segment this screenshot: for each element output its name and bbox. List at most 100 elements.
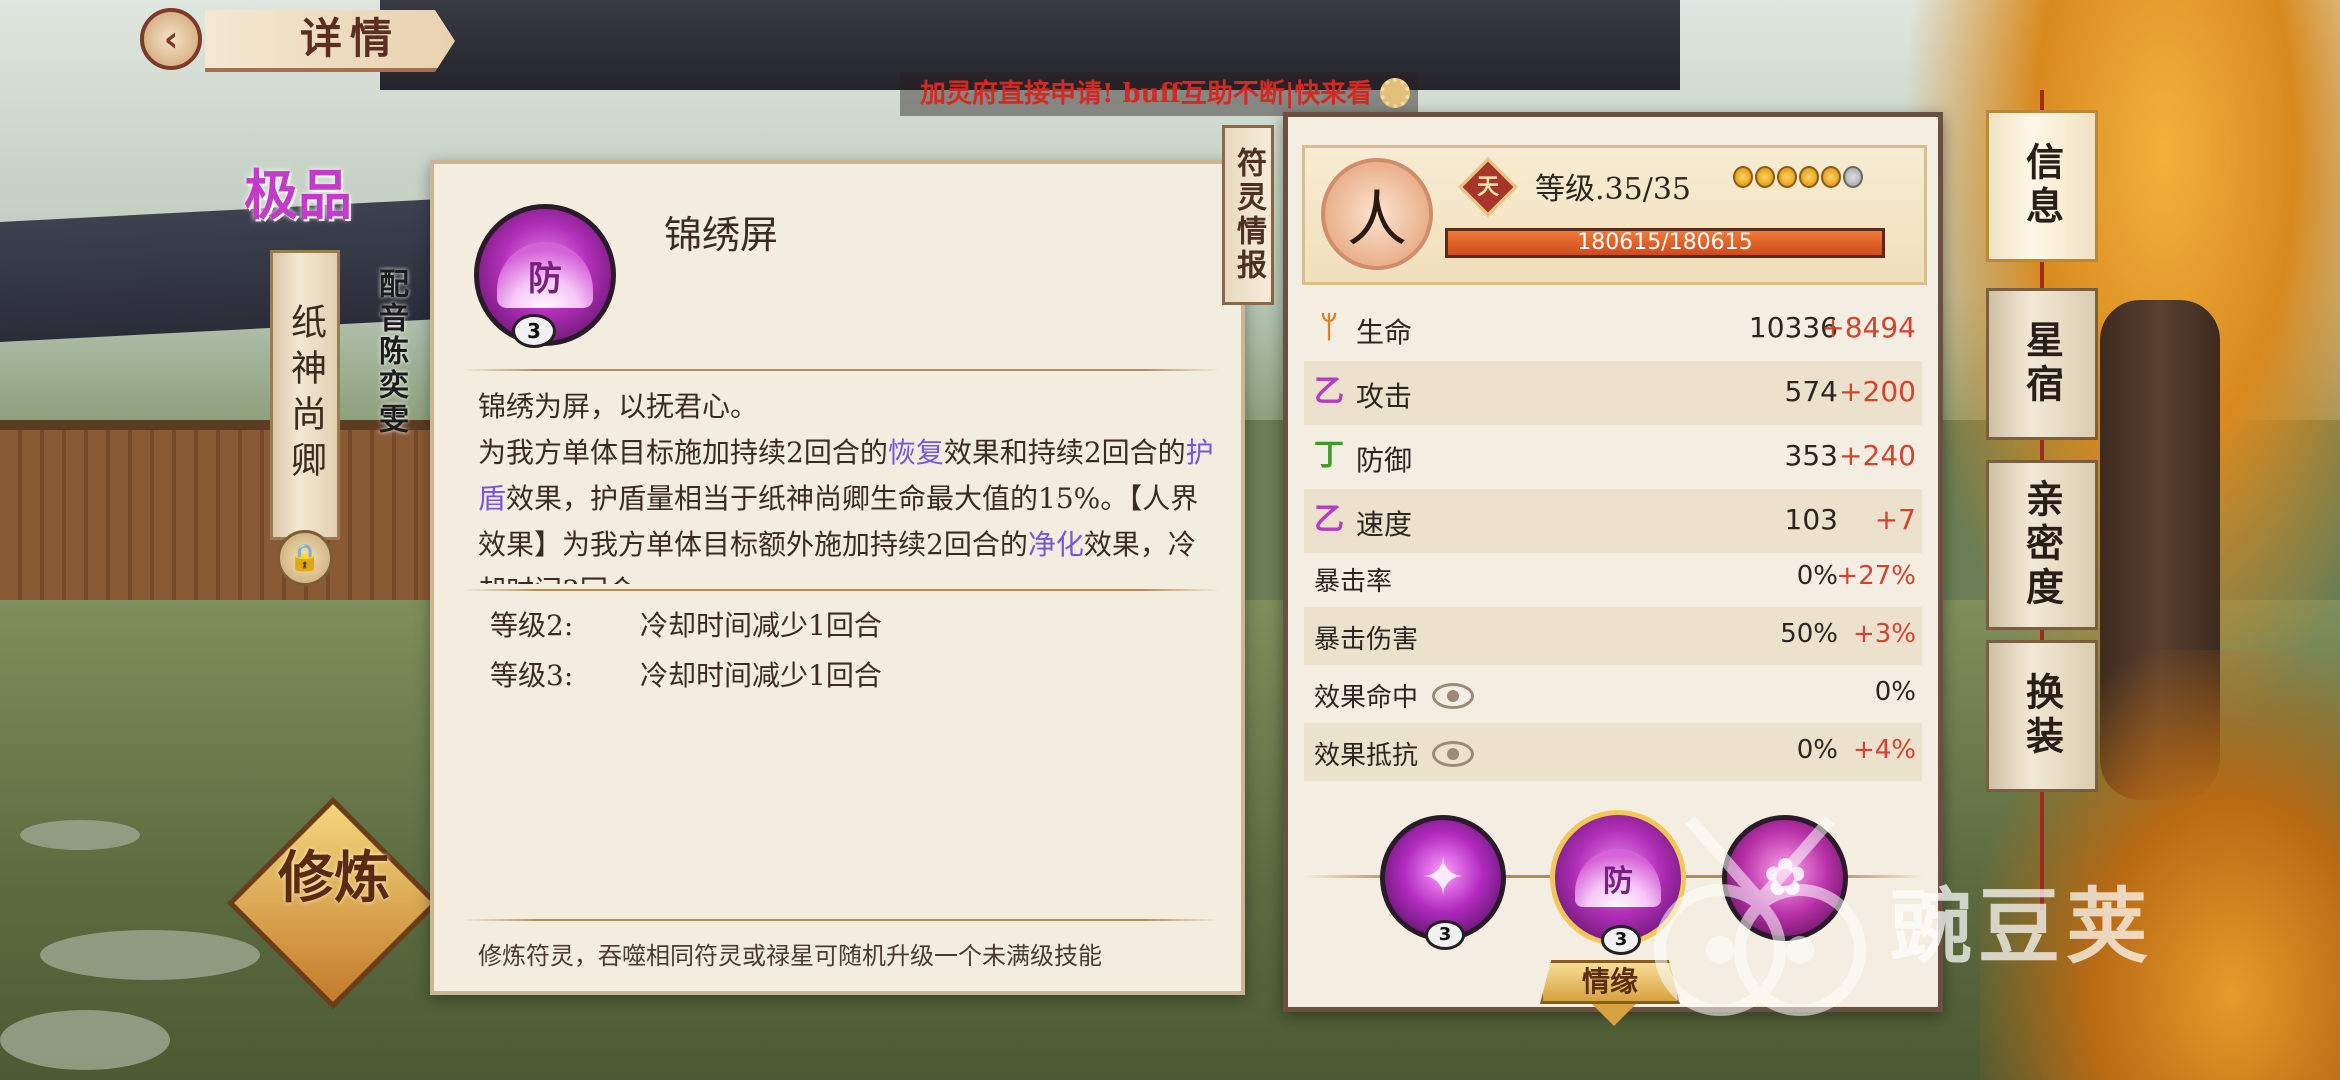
butterfly-skill-icon[interactable]: ✦ 3 xyxy=(1380,815,1506,950)
gear-icon[interactable] xyxy=(1380,78,1411,108)
tab-spirit-intel-label: 符灵情报 xyxy=(1231,147,1266,283)
stat-bonus-value: +27% xyxy=(1836,561,1916,591)
announcement-marquee[interactable]: 加灵府直接申请! buff互助不断|快来看 xyxy=(900,72,1419,116)
rarity-grade: 极品 xyxy=(244,163,352,227)
tab-outfit[interactable]: 换装 xyxy=(1986,640,2098,792)
tab-outfit-label: 换装 xyxy=(2019,672,2065,760)
chevron-down-icon xyxy=(1592,1004,1636,1026)
purify-keyword[interactable]: 净化 xyxy=(1028,528,1084,561)
stat-base-value: 50% xyxy=(1780,619,1838,649)
upgrade-level: 等级2: xyxy=(490,609,574,642)
stats-header: 人 天 等级.35/35 180615/180615 xyxy=(1302,145,1927,285)
skill-description[interactable]: 锦绣为屏，以抚君心。 为我方单体目标施加持续2回合的恢复效果和持续2回合的护盾效… xyxy=(478,384,1218,584)
desc-text: 为我方单体目标施加持续2回合的 xyxy=(478,436,888,469)
stat-bonus-value: +240 xyxy=(1839,439,1916,472)
tier-badge-label: 天 xyxy=(1476,174,1499,200)
stat-label: 效果命中 xyxy=(1314,683,1419,713)
desc-line: 锦绣为屏，以抚君心。 xyxy=(478,390,759,423)
tab-spirit-intel[interactable]: 符灵情报 xyxy=(1222,125,1274,305)
hp-bar: 180615/180615 xyxy=(1445,228,1885,258)
back-button[interactable]: ‹ xyxy=(140,8,202,70)
hp-value: 180615/180615 xyxy=(1577,230,1753,255)
stat-bonus-value: +200 xyxy=(1839,375,1916,408)
defense-icon: 丁 xyxy=(1314,438,1344,473)
star-icon xyxy=(1821,166,1841,188)
training-hint: 修炼符灵，吞噬相同符灵或禄星可随机升级一个未满级技能 xyxy=(478,942,1102,970)
tab-intimacy-label: 亲密度 xyxy=(2019,479,2065,611)
skill-level-badge: 3 xyxy=(512,314,556,348)
tab-info-label: 信息 xyxy=(2019,142,2065,230)
tab-info[interactable]: 信息 xyxy=(1986,110,2098,262)
lock-icon[interactable]: 🔒 xyxy=(277,530,333,586)
divider xyxy=(462,369,1220,371)
stepping-stone xyxy=(0,1010,170,1070)
stat-label: 效果抵抗 xyxy=(1314,741,1419,771)
skill-detail-panel: 防 3 锦绣屏 锦绣为屏，以抚君心。 为我方单体目标施加持续2回合的恢复效果和持… xyxy=(430,160,1245,995)
speed-icon: 乙 xyxy=(1314,502,1344,537)
fan-glyph: 防 xyxy=(497,242,593,308)
upgrade-effect: 冷却时间减少1回合 xyxy=(640,609,882,642)
stat-base-value: 0% xyxy=(1796,561,1838,591)
stat-label: 攻击 xyxy=(1356,380,1413,413)
eye-icon[interactable] xyxy=(1432,741,1474,767)
skill-level-badge: 3 xyxy=(1425,920,1465,950)
attack-icon: 乙 xyxy=(1314,374,1344,409)
train-button[interactable]: 修炼 xyxy=(256,850,412,906)
watermark-logo-icon xyxy=(1654,816,1866,1016)
stat-label: 速度 xyxy=(1356,508,1413,541)
stepping-stone xyxy=(40,930,260,980)
stat-row: 暴击率 0% +27% xyxy=(1304,549,1922,607)
star-icon xyxy=(1777,166,1797,188)
stat-base-value: 353 xyxy=(1784,439,1838,472)
character-name-scroll: 纸神尚卿 xyxy=(270,250,340,540)
wooden-wall xyxy=(0,420,470,600)
stat-bonus-value: +3% xyxy=(1852,619,1916,649)
stat-label: 暴击伤害 xyxy=(1314,625,1419,655)
voice-actor-name: 陈奕雯 xyxy=(373,335,408,437)
desc-paragraph: 为我方单体目标施加持续2回合的恢复效果和持续2回合的护盾效果，护盾量相当于纸神尚… xyxy=(478,430,1218,584)
stat-row: 乙攻击 574 +200 xyxy=(1304,361,1922,425)
stat-row: ᛘ 生命 10336 +8494 xyxy=(1304,297,1922,361)
human-realm-icon: 人 xyxy=(1321,158,1433,270)
upgrade-level: 等级3: xyxy=(490,659,574,692)
skill-name: 锦绣屏 xyxy=(664,213,779,257)
stepping-stone xyxy=(20,820,140,850)
back-arrow-icon: ‹ xyxy=(163,18,179,60)
stat-bonus-value: +4% xyxy=(1852,735,1916,765)
stat-label: 防御 xyxy=(1356,444,1413,477)
skill-level-badge: 3 xyxy=(1601,925,1641,955)
stat-base-value: 103 xyxy=(1784,503,1838,536)
divider xyxy=(462,589,1220,591)
marquee-text: 加灵府直接申请! buff互助不断|快来看 xyxy=(920,79,1373,109)
stat-label: 暴击率 xyxy=(1314,567,1393,597)
stat-bonus-value: +8494 xyxy=(1821,311,1916,344)
stat-row: 丁防御 353 +240 xyxy=(1304,425,1922,489)
fate-button-label: 情缘 xyxy=(1581,965,1638,998)
stat-row: 效果抵抗 0% +4% xyxy=(1304,723,1922,781)
star-icon xyxy=(1843,166,1863,188)
star-icon xyxy=(1755,166,1775,188)
tab-intimacy[interactable]: 亲密度 xyxy=(1986,460,2098,630)
stat-row: 暴击伤害 50% +3% xyxy=(1304,607,1922,665)
butterfly-icon: ✦ xyxy=(1421,848,1465,908)
upgrade-row: 等级2: 冷却时间减少1回合 xyxy=(490,604,882,644)
recover-keyword[interactable]: 恢复 xyxy=(888,436,944,469)
tab-constellation[interactable]: 星宿 xyxy=(1986,288,2098,440)
tab-constellation-label: 星宿 xyxy=(2019,320,2065,408)
page-title: 详情 xyxy=(300,14,401,63)
level-text: 等级.35/35 xyxy=(1535,172,1691,207)
stat-base-value: 0% xyxy=(1796,735,1838,765)
train-button-label: 修炼 xyxy=(278,845,390,911)
watermark-text: 豌豆荚 xyxy=(1890,880,2155,975)
voice-label: 配音 xyxy=(373,268,408,336)
character-name: 纸神尚卿 xyxy=(285,303,326,487)
upgrade-row: 等级3: 冷却时间减少1回合 xyxy=(490,654,882,694)
fan-glyph: 防 xyxy=(1575,849,1661,907)
eye-icon[interactable] xyxy=(1432,683,1474,709)
stat-row: 效果命中 0% xyxy=(1304,665,1922,723)
stat-bonus-value: +7 xyxy=(1874,503,1916,536)
star-rating xyxy=(1733,166,1863,188)
star-icon xyxy=(1733,166,1753,188)
stat-base-value: 574 xyxy=(1784,375,1838,408)
desc-text: 施加持续2回合的 xyxy=(814,528,1028,561)
